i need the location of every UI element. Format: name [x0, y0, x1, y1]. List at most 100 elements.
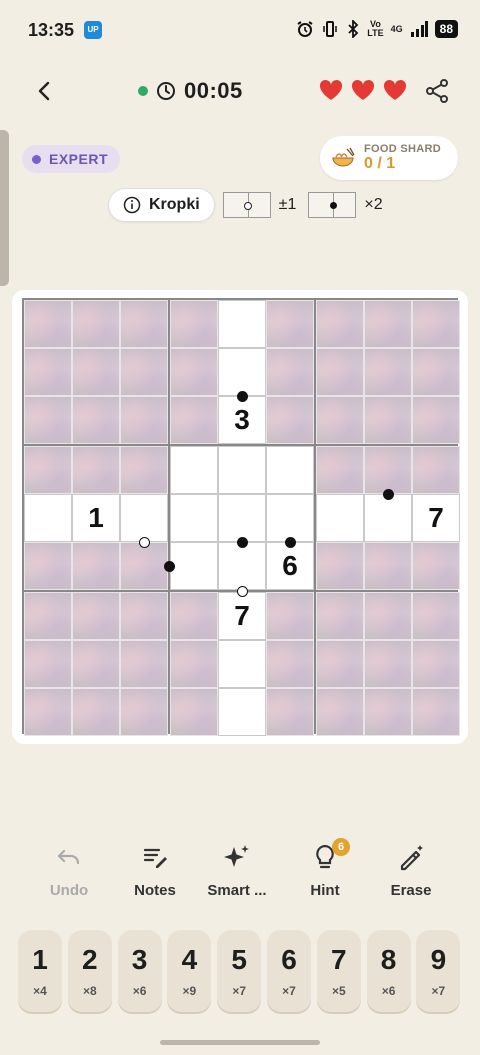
hidden-board-cell[interactable] — [120, 300, 168, 348]
hidden-board-cell[interactable] — [266, 688, 314, 736]
hidden-board-cell[interactable] — [266, 640, 314, 688]
food-shard-card[interactable]: FOOD SHARD 0 / 1 — [320, 136, 458, 180]
board-cell[interactable]: 7 — [218, 592, 266, 640]
board-cell[interactable] — [218, 300, 266, 348]
notes-button[interactable]: Notes — [110, 840, 200, 899]
undo-button[interactable]: Undo — [24, 840, 114, 899]
hidden-board-cell[interactable] — [412, 640, 460, 688]
board-cell[interactable] — [120, 494, 168, 542]
board-cell[interactable] — [316, 494, 364, 542]
hidden-board-cell[interactable] — [266, 592, 314, 640]
hidden-board-cell[interactable] — [120, 592, 168, 640]
hidden-board-cell[interactable] — [170, 300, 218, 348]
board-cell[interactable]: 3 — [218, 396, 266, 444]
smart-button[interactable]: Smart ... — [192, 840, 282, 899]
hidden-board-cell[interactable] — [316, 446, 364, 494]
hidden-board-cell[interactable] — [72, 640, 120, 688]
number-key-2[interactable]: 2 ×8 — [67, 930, 112, 1012]
board-cell[interactable] — [218, 542, 266, 590]
number-key-9[interactable]: 9 ×7 — [416, 930, 461, 1012]
hidden-board-cell[interactable] — [24, 542, 72, 590]
hidden-board-cell[interactable] — [72, 300, 120, 348]
hidden-board-cell[interactable] — [170, 640, 218, 688]
hidden-board-cell[interactable] — [120, 396, 168, 444]
hidden-board-cell[interactable] — [72, 348, 120, 396]
board-cell[interactable] — [170, 446, 218, 494]
number-key-4[interactable]: 4 ×9 — [167, 930, 212, 1012]
hidden-board-cell[interactable] — [72, 446, 120, 494]
number-key-1[interactable]: 1 ×4 — [18, 930, 62, 1012]
board-cell[interactable] — [170, 542, 218, 590]
hidden-board-cell[interactable] — [266, 300, 314, 348]
kropki-rules-button[interactable]: Kropki — [108, 188, 215, 222]
hidden-board-cell[interactable] — [120, 446, 168, 494]
hidden-board-cell[interactable] — [316, 542, 364, 590]
hidden-board-cell[interactable] — [316, 348, 364, 396]
board-cell[interactable] — [218, 348, 266, 396]
hidden-board-cell[interactable] — [412, 592, 460, 640]
hidden-board-cell[interactable] — [72, 542, 120, 590]
hidden-board-cell[interactable] — [412, 688, 460, 736]
erase-button[interactable]: Erase — [366, 840, 456, 899]
board-cell[interactable] — [218, 688, 266, 736]
board-cell[interactable] — [364, 494, 412, 542]
hidden-board-cell[interactable] — [72, 688, 120, 736]
hidden-board-cell[interactable] — [364, 640, 412, 688]
hidden-board-cell[interactable] — [364, 688, 412, 736]
hidden-board-cell[interactable] — [72, 592, 120, 640]
hidden-board-cell[interactable] — [316, 592, 364, 640]
hidden-board-cell[interactable] — [266, 348, 314, 396]
hidden-board-cell[interactable] — [364, 300, 412, 348]
board-cell[interactable] — [218, 640, 266, 688]
hidden-board-cell[interactable] — [316, 300, 364, 348]
hidden-board-cell[interactable] — [364, 592, 412, 640]
hidden-board-cell[interactable] — [412, 446, 460, 494]
board-cell[interactable]: 1 — [72, 494, 120, 542]
number-key-6[interactable]: 6 ×7 — [267, 930, 311, 1012]
hidden-board-cell[interactable] — [24, 446, 72, 494]
hidden-board-cell[interactable] — [412, 348, 460, 396]
hidden-board-cell[interactable] — [120, 542, 168, 590]
hint-button[interactable]: Hint 6 — [280, 838, 370, 899]
number-key-5[interactable]: 5 ×7 — [217, 930, 262, 1012]
sudoku-board[interactable]: 3 1 7 6 7 — [22, 298, 460, 736]
board-cell[interactable]: 6 — [266, 542, 314, 590]
hidden-board-cell[interactable] — [316, 688, 364, 736]
hidden-board-cell[interactable] — [412, 300, 460, 348]
board-cell[interactable] — [218, 446, 266, 494]
hidden-board-cell[interactable] — [266, 396, 314, 444]
hidden-board-cell[interactable] — [170, 688, 218, 736]
back-arrow-icon[interactable] — [30, 76, 60, 106]
hidden-board-cell[interactable] — [412, 396, 460, 444]
hidden-board-cell[interactable] — [24, 348, 72, 396]
home-indicator[interactable] — [160, 1040, 320, 1045]
hidden-board-cell[interactable] — [120, 348, 168, 396]
number-key-8[interactable]: 8 ×6 — [366, 930, 411, 1012]
board-cell[interactable] — [266, 494, 314, 542]
hidden-board-cell[interactable] — [170, 348, 218, 396]
hidden-board-cell[interactable] — [24, 396, 72, 444]
hidden-board-cell[interactable] — [364, 446, 412, 494]
hidden-board-cell[interactable] — [316, 396, 364, 444]
hidden-board-cell[interactable] — [24, 640, 72, 688]
board-cell[interactable] — [170, 494, 218, 542]
board-cell[interactable] — [266, 446, 314, 494]
hidden-board-cell[interactable] — [24, 688, 72, 736]
hidden-board-cell[interactable] — [316, 640, 364, 688]
hidden-board-cell[interactable] — [412, 542, 460, 590]
hidden-board-cell[interactable] — [120, 640, 168, 688]
number-key-7[interactable]: 7 ×5 — [316, 930, 361, 1012]
timer[interactable]: 00:05 — [138, 78, 243, 104]
hidden-board-cell[interactable] — [24, 300, 72, 348]
number-key-3[interactable]: 3 ×6 — [117, 930, 162, 1012]
side-drawer-handle[interactable] — [0, 130, 9, 286]
hidden-board-cell[interactable] — [364, 348, 412, 396]
share-icon[interactable] — [424, 78, 450, 104]
hidden-board-cell[interactable] — [170, 592, 218, 640]
hidden-board-cell[interactable] — [364, 542, 412, 590]
hidden-board-cell[interactable] — [72, 396, 120, 444]
hidden-board-cell[interactable] — [170, 396, 218, 444]
board-cell[interactable] — [24, 494, 72, 542]
board-cell[interactable] — [218, 494, 266, 542]
board-cell[interactable]: 7 — [412, 494, 460, 542]
